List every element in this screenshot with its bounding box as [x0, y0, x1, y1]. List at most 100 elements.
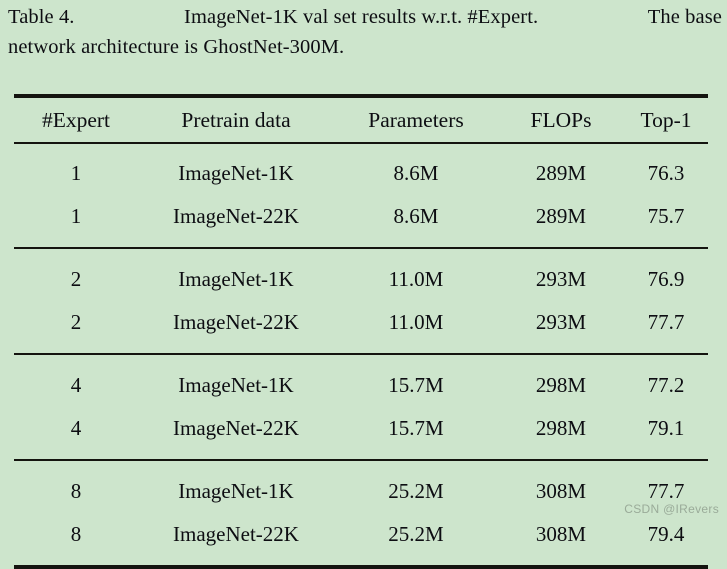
cell-expert: 1 — [70, 161, 82, 185]
cell-top1: 77.2 — [647, 373, 685, 397]
cell-expert: 4 — [70, 373, 82, 397]
table-row: 8 ImageNet-22K 25.2M 308M 79.4 — [14, 513, 708, 556]
group-spacer — [14, 344, 708, 353]
spacer-cell — [14, 556, 138, 565]
spacer-cell — [138, 144, 334, 152]
spacer-cell — [138, 249, 334, 258]
group-spacer — [14, 144, 708, 152]
csdn-watermark: CSDN @IRevers — [624, 502, 719, 516]
cell-flops: 298M — [535, 416, 587, 440]
cell-top1: 79.1 — [647, 416, 685, 440]
column-header-expert: #Expert — [41, 107, 111, 132]
cell-parameters: 15.7M — [388, 373, 444, 397]
group-spacer — [14, 238, 708, 247]
spacer-cell — [498, 355, 624, 364]
group-spacer — [14, 556, 708, 565]
group-spacer — [14, 450, 708, 459]
spacer-cell — [498, 344, 624, 353]
spacer-cell — [624, 144, 708, 152]
caption-text-tail: The base — [647, 6, 722, 28]
spacer-cell — [138, 344, 334, 353]
spacer-cell — [14, 238, 138, 247]
cell-pretrain-data: ImageNet-1K — [178, 267, 294, 291]
table-row: 4 ImageNet-22K 15.7M 298M 79.1 — [14, 407, 708, 450]
table-figure-page: Table 4. ImageNet-1K val set results w.r… — [0, 0, 727, 569]
spacer-cell — [624, 450, 708, 459]
cell-parameters: 11.0M — [388, 267, 444, 291]
cell-pretrain-data: ImageNet-22K — [173, 310, 299, 334]
spacer-cell — [14, 144, 138, 152]
column-header-flops: FLOPs — [530, 107, 592, 132]
spacer-cell — [138, 556, 334, 565]
spacer-cell — [334, 556, 498, 565]
cell-flops: 308M — [535, 479, 587, 503]
caption-line-1: Table 4. ImageNet-1K val set results w.r… — [8, 2, 722, 32]
spacer-cell — [334, 450, 498, 459]
spacer-cell — [14, 355, 138, 364]
cell-pretrain-data: ImageNet-22K — [173, 416, 299, 440]
cell-pretrain-data: ImageNet-1K — [178, 373, 294, 397]
table-caption: Table 4. ImageNet-1K val set results w.r… — [8, 2, 722, 62]
table-row: 1 ImageNet-22K 8.6M 289M 75.7 — [14, 195, 708, 238]
spacer-cell — [624, 249, 708, 258]
group-spacer — [14, 355, 708, 364]
spacer-cell — [334, 238, 498, 247]
cell-flops: 293M — [535, 310, 587, 334]
spacer-cell — [14, 249, 138, 258]
group-spacer — [14, 461, 708, 470]
cell-expert: 8 — [70, 479, 82, 503]
cell-parameters: 11.0M — [388, 310, 444, 334]
caption-label: Table 4. — [8, 6, 75, 28]
table-row: 8 ImageNet-1K 25.2M 308M 77.7 — [14, 470, 708, 513]
spacer-cell — [334, 461, 498, 470]
spacer-cell — [14, 344, 138, 353]
spacer-cell — [334, 249, 498, 258]
spacer-cell — [624, 344, 708, 353]
cell-top1: 77.7 — [647, 310, 685, 334]
table-body: 1 ImageNet-1K 8.6M 289M 76.3 1 ImageNet-… — [14, 144, 708, 565]
spacer-cell — [334, 344, 498, 353]
table-row: 1 ImageNet-1K 8.6M 289M 76.3 — [14, 152, 708, 195]
spacer-cell — [624, 238, 708, 247]
spacer-cell — [624, 556, 708, 565]
cell-parameters: 8.6M — [393, 204, 439, 228]
cell-flops: 308M — [535, 522, 587, 546]
spacer-cell — [624, 355, 708, 364]
cell-pretrain-data: ImageNet-22K — [173, 522, 299, 546]
cell-parameters: 15.7M — [388, 416, 444, 440]
cell-pretrain-data: ImageNet-22K — [173, 204, 299, 228]
spacer-cell — [138, 238, 334, 247]
table-bottom-rule — [14, 565, 708, 569]
table-row: 2 ImageNet-22K 11.0M 293M 77.7 — [14, 301, 708, 344]
spacer-cell — [334, 355, 498, 364]
spacer-cell — [498, 556, 624, 565]
cell-top1: 76.9 — [647, 267, 685, 291]
spacer-cell — [498, 249, 624, 258]
table-row: 2 ImageNet-1K 11.0M 293M 76.9 — [14, 258, 708, 301]
cell-expert: 4 — [70, 416, 82, 440]
table-header: #Expert Pretrain data Parameters FLOPs T… — [14, 98, 708, 144]
group-spacer — [14, 249, 708, 258]
spacer-cell — [624, 461, 708, 470]
cell-flops: 289M — [535, 204, 587, 228]
spacer-cell — [498, 450, 624, 459]
spacer-cell — [498, 144, 624, 152]
spacer-cell — [14, 450, 138, 459]
cell-top1: 75.7 — [647, 204, 685, 228]
column-header-top1: Top-1 — [640, 107, 692, 132]
cell-expert: 8 — [70, 522, 82, 546]
caption-text-main: ImageNet-1K val set results w.r.t. #Expe… — [184, 6, 539, 28]
results-table-container: #Expert Pretrain data Parameters FLOPs T… — [14, 94, 708, 569]
results-table: #Expert Pretrain data Parameters FLOPs T… — [14, 98, 708, 565]
cell-parameters: 8.6M — [393, 161, 439, 185]
spacer-cell — [138, 450, 334, 459]
spacer-cell — [14, 461, 138, 470]
spacer-cell — [498, 238, 624, 247]
cell-expert: 2 — [70, 310, 82, 334]
spacer-cell — [138, 355, 334, 364]
cell-expert: 1 — [70, 204, 82, 228]
cell-top1: 76.3 — [647, 161, 685, 185]
table-row: 4 ImageNet-1K 15.7M 298M 77.2 — [14, 364, 708, 407]
cell-flops: 298M — [535, 373, 587, 397]
column-header-parameters: Parameters — [368, 107, 464, 132]
